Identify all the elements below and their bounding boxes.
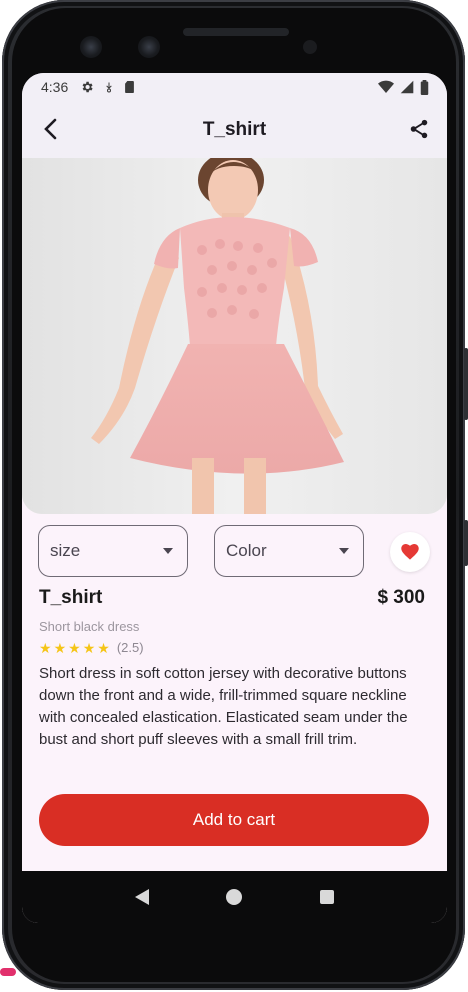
product-name: T_shirt bbox=[39, 587, 103, 608]
chevron-down-icon bbox=[339, 548, 349, 554]
wifi-icon bbox=[378, 80, 394, 93]
app-bar: T_shirt bbox=[22, 101, 447, 158]
add-to-cart-button[interactable]: Add to cart bbox=[39, 794, 429, 846]
options-row: size Color bbox=[22, 514, 447, 592]
heart-icon bbox=[401, 544, 419, 560]
star-icon: ★ bbox=[97, 639, 110, 656]
status-bar: 4:36 bbox=[22, 73, 447, 101]
frame-accent bbox=[0, 968, 16, 976]
gear-icon bbox=[82, 81, 93, 93]
size-dropdown-value: size bbox=[50, 541, 81, 560]
size-dropdown[interactable]: size bbox=[38, 525, 188, 577]
color-dropdown[interactable]: Color bbox=[214, 525, 364, 577]
color-dropdown-value: Color bbox=[226, 541, 267, 560]
download-icon bbox=[106, 82, 112, 93]
product-image bbox=[22, 158, 447, 514]
nav-home-icon[interactable] bbox=[225, 888, 243, 906]
arrow-back-icon bbox=[44, 118, 57, 140]
earpiece-speaker bbox=[183, 28, 289, 36]
camera-lens-icon bbox=[138, 36, 160, 58]
share-button[interactable] bbox=[405, 115, 433, 143]
product-price: $ 300 bbox=[377, 587, 425, 608]
favorite-button[interactable] bbox=[390, 532, 430, 572]
front-camera-icon bbox=[303, 40, 317, 54]
product-subtitle: Short black dress bbox=[39, 619, 140, 634]
signal-icon bbox=[400, 80, 414, 94]
chevron-down-icon bbox=[163, 548, 173, 554]
system-nav-bar bbox=[22, 871, 447, 923]
battery-icon bbox=[420, 79, 429, 95]
nav-recents-icon[interactable] bbox=[319, 889, 335, 905]
rating-value: (2.5) bbox=[116, 640, 144, 655]
name-price-row: T_shirt $ 300 bbox=[39, 587, 425, 609]
sim-card-icon bbox=[125, 80, 135, 94]
app-screen: 4:36 T_shirt size Color T_shirt $ 300 Sh… bbox=[22, 73, 447, 923]
star-icon: ★ bbox=[39, 639, 52, 656]
camera-lens-icon bbox=[80, 36, 102, 58]
share-icon bbox=[410, 119, 428, 139]
status-time: 4:36 bbox=[41, 79, 69, 95]
star-icon: ★ bbox=[68, 639, 81, 656]
star-icon: ★ bbox=[53, 639, 67, 656]
rating-bar: ★ ★ ★ ★ ★ (2.5) bbox=[39, 640, 144, 655]
page-title: T_shirt bbox=[202, 118, 267, 140]
back-button[interactable] bbox=[36, 115, 64, 143]
power-button bbox=[464, 520, 468, 566]
star-icon: ★ bbox=[82, 639, 96, 656]
product-description: Short dress in soft cotton jersey with d… bbox=[39, 665, 408, 748]
volume-button bbox=[464, 348, 468, 420]
dress-illustration bbox=[22, 158, 447, 514]
nav-back-icon[interactable] bbox=[134, 888, 150, 906]
